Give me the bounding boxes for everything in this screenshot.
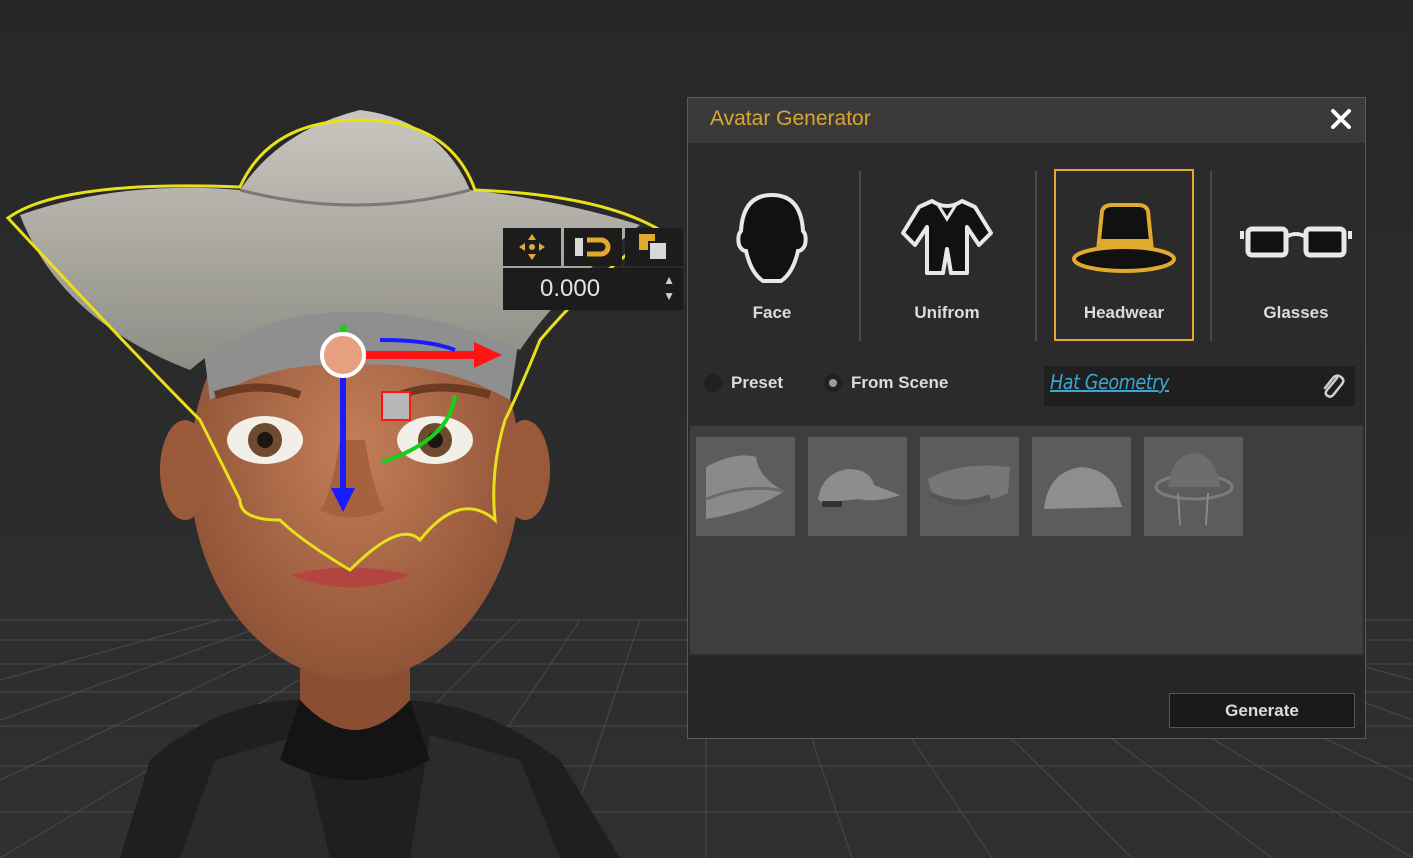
hat-icon <box>1072 203 1176 273</box>
radio-dot <box>704 374 722 392</box>
value-spinner[interactable]: ▲ ▼ <box>663 273 675 303</box>
from-scene-radio[interactable]: From Scene <box>824 373 948 393</box>
spin-up-icon[interactable]: ▲ <box>663 273 675 287</box>
category-separator <box>859 171 861 341</box>
transform-value: 0.000 <box>540 275 601 302</box>
geometry-field[interactable]: Hat Geometry <box>1044 366 1355 406</box>
close-icon <box>1331 109 1351 129</box>
category-separator <box>1210 171 1212 341</box>
baseball-cap-icon <box>818 469 900 507</box>
uniform-icon <box>901 199 993 275</box>
preset-radio[interactable]: Preset <box>704 373 783 393</box>
order-tool-button[interactable] <box>625 228 683 266</box>
peaked-cap-icon <box>928 465 1010 506</box>
preset-radio-label: Preset <box>731 373 783 392</box>
preset-thumb[interactable] <box>696 437 795 536</box>
panel-title: Avatar Generator <box>710 107 871 130</box>
generate-button[interactable]: Generate <box>1169 693 1355 728</box>
preset-grid <box>690 426 1363 654</box>
panel-footer: Generate <box>688 656 1365 738</box>
from-scene-radio-label: From Scene <box>851 373 949 392</box>
move-arrows-icon <box>519 234 545 260</box>
category-selector: Face Unifrom Headwear Glasses <box>688 166 1367 346</box>
magnet-snap-icon <box>575 237 611 257</box>
3d-viewport[interactable]: 0.000 ▲ ▼ Avatar Generator Face Unifrom … <box>0 0 1413 858</box>
glasses-icon <box>1240 226 1352 258</box>
snap-tool-button[interactable] <box>564 228 622 266</box>
avatar-generator-panel: Avatar Generator Face Unifrom Headwear G… <box>687 97 1366 739</box>
category-separator <box>1035 171 1037 341</box>
panel-title-bar[interactable]: Avatar Generator <box>688 98 1365 143</box>
category-headwear[interactable]: Headwear <box>1054 169 1194 341</box>
helmet-icon <box>1154 453 1234 526</box>
transform-value-field[interactable]: 0.000 ▲ ▼ <box>503 268 683 310</box>
category-label: Glasses <box>1263 303 1329 322</box>
category-uniform[interactable]: Unifrom <box>877 169 1017 341</box>
transform-toolbar <box>503 228 683 266</box>
radio-dot <box>824 374 842 392</box>
category-label: Unifrom <box>914 303 980 322</box>
paperclip-icon[interactable] <box>1319 372 1347 400</box>
head-silhouette-icon <box>736 192 808 283</box>
close-button[interactable] <box>1325 103 1357 135</box>
preset-thumb[interactable] <box>1032 437 1131 536</box>
bucket-hat-icon <box>705 455 785 519</box>
preset-thumb[interactable] <box>1144 437 1243 536</box>
layer-order-icon <box>639 234 668 261</box>
spin-down-icon[interactable]: ▼ <box>663 289 675 303</box>
geometry-link[interactable]: Hat Geometry <box>1050 370 1169 394</box>
category-face[interactable]: Face <box>702 169 842 341</box>
source-selector: Preset From Scene Hat Geometry <box>688 366 1367 406</box>
category-label: Headwear <box>1083 303 1165 322</box>
category-label: Face <box>752 303 792 322</box>
category-glasses[interactable]: Glasses <box>1226 169 1366 341</box>
move-tool-button[interactable] <box>503 228 561 266</box>
beanie-cap-icon <box>1044 467 1122 509</box>
preset-thumb[interactable] <box>920 437 1019 536</box>
preset-thumb[interactable] <box>808 437 907 536</box>
